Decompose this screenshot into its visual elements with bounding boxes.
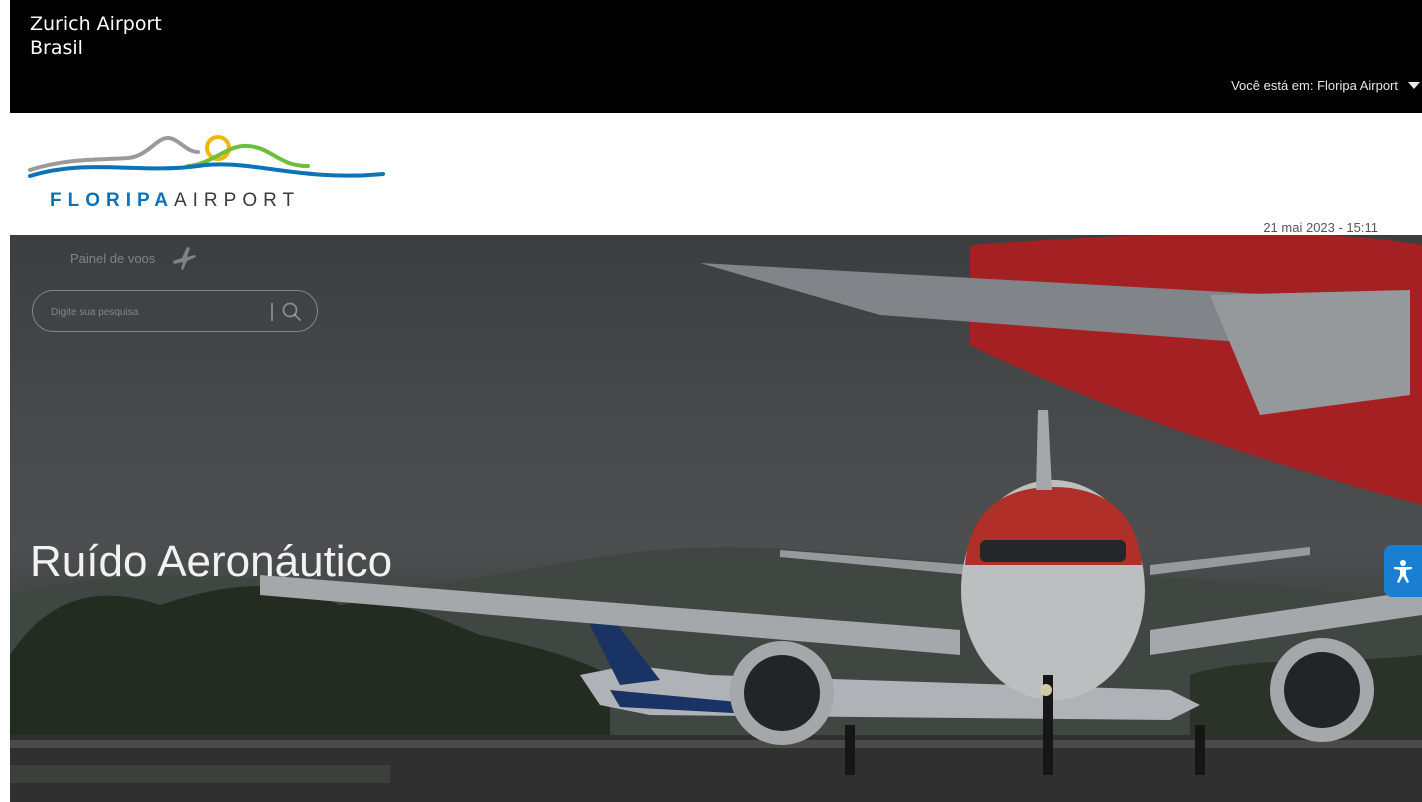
brand-name[interactable]: Zurich Airport [30,13,162,35]
current-datetime: 21 mai 2023 - 15:11 [1263,220,1378,235]
search-separator [271,303,273,321]
logo-wordmark[interactable]: FLORIPAAIRPORT [50,190,300,212]
hero-banner: Painel de voos Ruído Aeronáutico [10,235,1422,802]
logo-word-secondary: AIRPORT [173,190,301,211]
search-icon[interactable] [281,301,303,323]
accessibility-button[interactable] [1384,545,1422,597]
top-bar: Zurich Airport Brasil Você está em: Flor… [10,0,1422,113]
airport-selector-label: Você está em: Floripa Airport [1231,78,1398,93]
search-input[interactable] [51,303,261,321]
accessibility-icon [1394,560,1412,583]
search-box [32,290,318,332]
flight-panel-label: Painel de voos [70,250,156,266]
plane-icon [173,247,197,270]
flight-panel-link[interactable]: Painel de voos [70,243,199,273]
page-title: Ruído Aeronáutico [30,537,393,586]
page: Zurich Airport Brasil Você está em: Flor… [0,0,1422,802]
logo-word-primary: FLORIPA [50,190,174,211]
chevron-down-icon [1408,82,1420,89]
brand-country[interactable]: Brasil [30,37,83,59]
airport-selector[interactable]: Você está em: Floripa Airport [1231,78,1420,93]
